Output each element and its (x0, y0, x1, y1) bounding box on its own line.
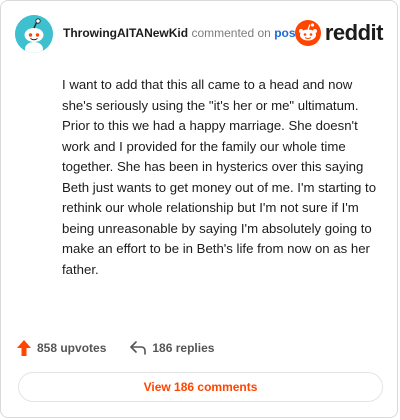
comment-body: I want to add that this all came to a he… (62, 77, 377, 277)
user-avatar[interactable] (15, 15, 53, 53)
reply-stat[interactable]: 186 replies (130, 341, 214, 355)
reply-count: 186 replies (152, 341, 215, 355)
action-text: commented on (191, 26, 271, 40)
snoo-avatar-icon (15, 15, 53, 53)
username-link[interactable]: ThrowingAITANewKid (63, 26, 188, 40)
view-comments-button[interactable]: View 186 comments (18, 372, 383, 402)
brand-wordmark: reddit (324, 20, 384, 45)
reply-arrow-icon (130, 341, 147, 355)
reddit-logo-icon (294, 20, 321, 46)
comment-attribution: ThrowingAITANewKid commented on post (63, 26, 300, 40)
comment-footer: 858 upvotes 186 replies (17, 337, 238, 359)
upvote-arrow-icon (17, 340, 31, 356)
reddit-brand[interactable]: reddit (294, 19, 384, 47)
comment-card: ThrowingAITANewKid commented on post red… (0, 0, 398, 418)
upvote-stat[interactable]: 858 upvotes (17, 340, 106, 356)
upvote-count: 858 upvotes (37, 341, 107, 355)
comment-header: ThrowingAITANewKid commented on post red… (15, 15, 384, 53)
